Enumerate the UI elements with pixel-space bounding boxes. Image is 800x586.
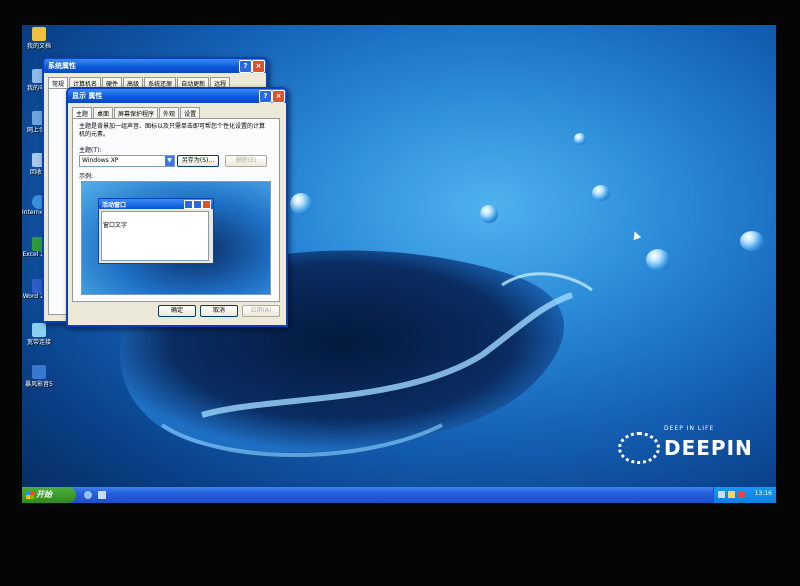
ok-button[interactable]: 确定	[158, 305, 196, 317]
display-properties-window[interactable]: 显示 属性 ? × 主题 桌面 屏幕保护程序 外观 设置 主题是背景加一组声音、…	[66, 87, 288, 327]
network-tray-icon[interactable]	[718, 491, 725, 498]
minimize-icon	[184, 200, 193, 209]
preview-titlebar: 活动窗口	[99, 199, 213, 209]
clock: 13:16	[754, 490, 772, 497]
sample-label: 示例:	[79, 173, 94, 180]
deepin-logo: DEEP IN LIFE DEEPIN	[618, 425, 753, 464]
help-button[interactable]: ?	[259, 90, 272, 103]
water-drop	[592, 185, 610, 201]
display-properties-titlebar[interactable]: 显示 属性 ? ×	[68, 89, 286, 103]
close-icon	[202, 200, 211, 209]
close-button[interactable]: ×	[272, 90, 285, 103]
water-drop	[740, 231, 764, 251]
start-button[interactable]: 开始	[22, 487, 76, 503]
desktop-screen: 我的文档 我的电脑 网上邻居 回收站 Internet Explorer Exc…	[22, 25, 776, 503]
preview-active-window: 活动窗口 窗口文字	[98, 198, 214, 264]
theme-preview: 活动窗口 窗口文字	[81, 181, 271, 295]
desktop-icon-broadband[interactable]: 宽带连接	[22, 323, 56, 346]
delete-button[interactable]: 删除(E)	[225, 155, 267, 167]
chevron-down-icon: ▼	[165, 156, 174, 166]
folder-icon	[32, 27, 46, 41]
theme-label: 主题(T):	[79, 147, 102, 154]
system-properties-titlebar[interactable]: 系统属性 ? ×	[44, 59, 266, 73]
desktop-icon-baofeng[interactable]: 暴风影音5	[22, 365, 56, 388]
media-player-icon	[32, 365, 46, 379]
broadband-icon	[32, 323, 46, 337]
close-button[interactable]: ×	[252, 60, 265, 73]
water-drop	[646, 249, 670, 271]
water-drop	[290, 193, 312, 215]
system-tray: 13:16	[713, 487, 776, 503]
theme-description: 主题是背景加一组声音、图标以及只需单击即可帮您个性化设置的计算机的元素。	[79, 123, 266, 138]
themes-tab-panel: 主题是背景加一组声音、图标以及只需单击即可帮您个性化设置的计算机的元素。 主题(…	[72, 118, 280, 302]
water-drop	[480, 205, 498, 223]
window-title: 系统属性	[48, 62, 76, 70]
mouse-cursor	[630, 229, 642, 241]
quick-launch-ie-icon[interactable]	[84, 491, 92, 499]
deepin-swirl-icon	[618, 432, 660, 464]
save-as-button[interactable]: 另存为(S)...	[177, 155, 219, 167]
cancel-button[interactable]: 取消	[200, 305, 238, 317]
water-drop	[574, 133, 586, 145]
maximize-icon	[193, 200, 202, 209]
desktop-icon-my-documents[interactable]: 我的文档	[22, 27, 56, 50]
help-button[interactable]: ?	[239, 60, 252, 73]
theme-select[interactable]: Windows XP ▼	[79, 155, 175, 167]
window-title: 显示 属性	[72, 92, 103, 100]
apply-button[interactable]: 应用(A)	[242, 305, 280, 317]
windows-flag-icon	[26, 491, 34, 499]
quick-launch-desktop-icon[interactable]	[98, 491, 106, 499]
security-tray-icon[interactable]	[738, 491, 745, 498]
taskbar: 开始 13:16	[22, 487, 776, 503]
preview-text-area: 窗口文字	[101, 211, 209, 261]
volume-tray-icon[interactable]	[728, 491, 735, 498]
